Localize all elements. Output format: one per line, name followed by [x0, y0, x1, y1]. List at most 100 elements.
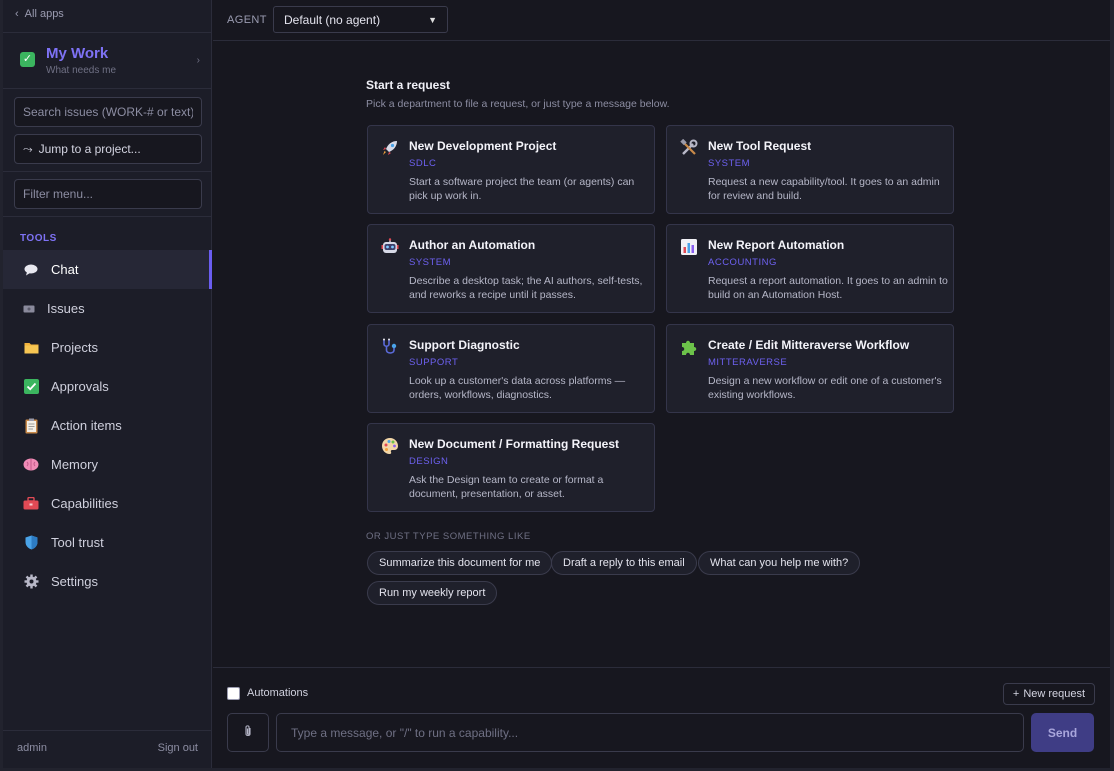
- bar-chart-icon: [679, 237, 699, 257]
- card-description: Start a software project the team (or ag…: [409, 176, 635, 202]
- card-title: Create / Edit Mitteraverse Workflow: [708, 338, 910, 352]
- sidebar-item-label: Memory: [51, 457, 98, 472]
- request-card-new-development-project[interactable]: New Development Project SDLC Start a sof…: [367, 125, 655, 214]
- check-box-icon: [23, 379, 39, 395]
- page-subtitle: Pick a department to file a request, or …: [366, 98, 670, 110]
- card-department: SDLC: [409, 158, 437, 169]
- suggestion-chip[interactable]: Draft a reply to this email: [551, 551, 697, 575]
- sign-out-link[interactable]: Sign out: [158, 742, 198, 754]
- sidebar: ‹ All apps ✓ My Work What needs me › ⤳ J…: [3, 0, 212, 768]
- divider: [3, 88, 212, 89]
- current-user-label: admin: [17, 742, 47, 754]
- suggestion-chip[interactable]: Run my weekly report: [367, 581, 498, 605]
- toolbox-icon: [23, 496, 39, 512]
- window-right-edge: [1110, 0, 1114, 771]
- sidebar-item-memory[interactable]: Memory: [3, 445, 212, 484]
- divider: [3, 171, 212, 172]
- card-title: New Development Project: [409, 139, 557, 153]
- request-card-new-document-formatting-request[interactable]: New Document / Formatting Request DESIGN…: [367, 423, 655, 512]
- request-card-create-edit-mitteraverse-workflow[interactable]: Create / Edit Mitteraverse Workflow MITT…: [666, 324, 954, 413]
- send-button[interactable]: Send: [1031, 713, 1094, 752]
- jump-to-project-button[interactable]: ⤳ Jump to a project...: [14, 134, 202, 164]
- puzzle-icon: [679, 337, 699, 357]
- card-department: MITTERAVERSE: [708, 357, 788, 368]
- card-description: Request a report automation. It goes to …: [708, 275, 948, 301]
- card-department: SYSTEM: [409, 257, 452, 268]
- all-apps-label: All apps: [24, 8, 64, 20]
- card-department: ACCOUNTING: [708, 257, 777, 268]
- paperclip-icon: [243, 724, 253, 741]
- search-issues-input[interactable]: [14, 97, 202, 127]
- my-work-subtitle: What needs me: [46, 65, 117, 76]
- chevron-right-icon: ›: [196, 55, 200, 66]
- new-request-label: New request: [1023, 688, 1086, 700]
- automations-label: Automations: [247, 687, 309, 699]
- sidebar-item-label: Approvals: [51, 379, 109, 394]
- sidebar-item-label: Projects: [51, 340, 98, 355]
- card-description: Describe a desktop task; the AI authors,…: [409, 275, 643, 301]
- request-card-support-diagnostic[interactable]: Support Diagnostic SUPPORT Look up a cus…: [367, 324, 655, 413]
- sidebar-item-label: Settings: [51, 574, 98, 589]
- shield-icon: [23, 535, 39, 551]
- request-card-new-report-automation[interactable]: New Report Automation ACCOUNTING Request…: [666, 224, 954, 313]
- sidebar-item-settings[interactable]: Settings: [3, 562, 212, 601]
- folder-icon: [23, 340, 39, 356]
- sidebar-item-label: Action items: [51, 418, 122, 433]
- sidebar-item-label: Tool trust: [51, 535, 104, 550]
- gear-icon: [23, 574, 39, 590]
- palette-icon: [380, 436, 400, 456]
- request-card-new-tool-request[interactable]: New Tool Request SYSTEM Request a new ca…: [666, 125, 954, 214]
- sidebar-item-approvals[interactable]: Approvals: [3, 367, 212, 406]
- card-description: Request a new capability/tool. It goes t…: [708, 176, 940, 202]
- my-work-title: My Work: [46, 45, 109, 62]
- card-title: New Tool Request: [708, 139, 812, 153]
- rocket-icon: [380, 138, 400, 158]
- sidebar-item-label: Chat: [51, 262, 79, 277]
- page-title: Start a request: [366, 78, 451, 92]
- check-box-icon: ✓: [20, 52, 35, 67]
- card-department: SUPPORT: [409, 357, 459, 368]
- suggestion-chip[interactable]: Summarize this document for me: [367, 551, 553, 575]
- automations-checkbox[interactable]: [227, 687, 240, 700]
- message-composer: Automations + New request Send: [213, 667, 1110, 768]
- message-input[interactable]: [276, 713, 1024, 752]
- divider: [3, 32, 212, 33]
- sidebar-item-projects[interactable]: Projects: [3, 328, 212, 367]
- stethoscope-icon: [380, 337, 400, 357]
- brain-icon: [23, 457, 39, 473]
- suggestion-chip[interactable]: What can you help me with?: [698, 551, 861, 575]
- agent-select-value: Default (no agent): [284, 12, 381, 27]
- agent-select[interactable]: Default (no agent) ▼: [273, 6, 448, 33]
- card-title: New Document / Formatting Request: [409, 437, 620, 451]
- top-bar: AGENT Default (no agent) ▼: [213, 0, 1110, 41]
- card-title: New Report Automation: [708, 238, 845, 252]
- divider: [3, 730, 212, 731]
- speech-bubble-icon: [23, 262, 39, 278]
- filter-menu-input[interactable]: [14, 179, 202, 209]
- sidebar-item-chat[interactable]: Chat: [3, 250, 212, 289]
- clipboard-icon: [23, 418, 39, 434]
- suggestions-label: OR JUST TYPE SOMETHING LIKE: [366, 531, 531, 542]
- robot-icon: [380, 237, 400, 257]
- sidebar-item-issues[interactable]: Issues: [3, 289, 212, 328]
- sidebar-item-label: Issues: [47, 301, 85, 316]
- tools-icon: [679, 138, 699, 158]
- all-apps-link[interactable]: ‹ All apps: [15, 8, 64, 20]
- card-title: Support Diagnostic: [409, 338, 520, 352]
- sidebar-item-capabilities[interactable]: Capabilities: [3, 484, 212, 523]
- jump-label: Jump to a project...: [38, 142, 141, 156]
- new-request-button[interactable]: + New request: [1003, 683, 1095, 705]
- plus-icon: +: [1012, 688, 1020, 700]
- chevron-left-icon: ‹: [15, 8, 19, 20]
- attach-button[interactable]: [227, 713, 269, 752]
- my-work-button[interactable]: ✓ My Work What needs me ›: [20, 45, 200, 81]
- sidebar-item-action-items[interactable]: Action items: [3, 406, 212, 445]
- ticket-icon: [21, 301, 37, 317]
- sidebar-item-label: Capabilities: [51, 496, 119, 511]
- card-department: DESIGN: [409, 456, 449, 467]
- sidebar-item-tool-trust[interactable]: Tool trust: [3, 523, 212, 562]
- divider: [3, 216, 212, 217]
- card-description: Look up a customer's data across platfor…: [409, 375, 626, 401]
- card-description: Design a new workflow or edit one of a c…: [708, 375, 942, 401]
- request-card-author-an-automation[interactable]: Author an Automation SYSTEM Describe a d…: [367, 224, 655, 313]
